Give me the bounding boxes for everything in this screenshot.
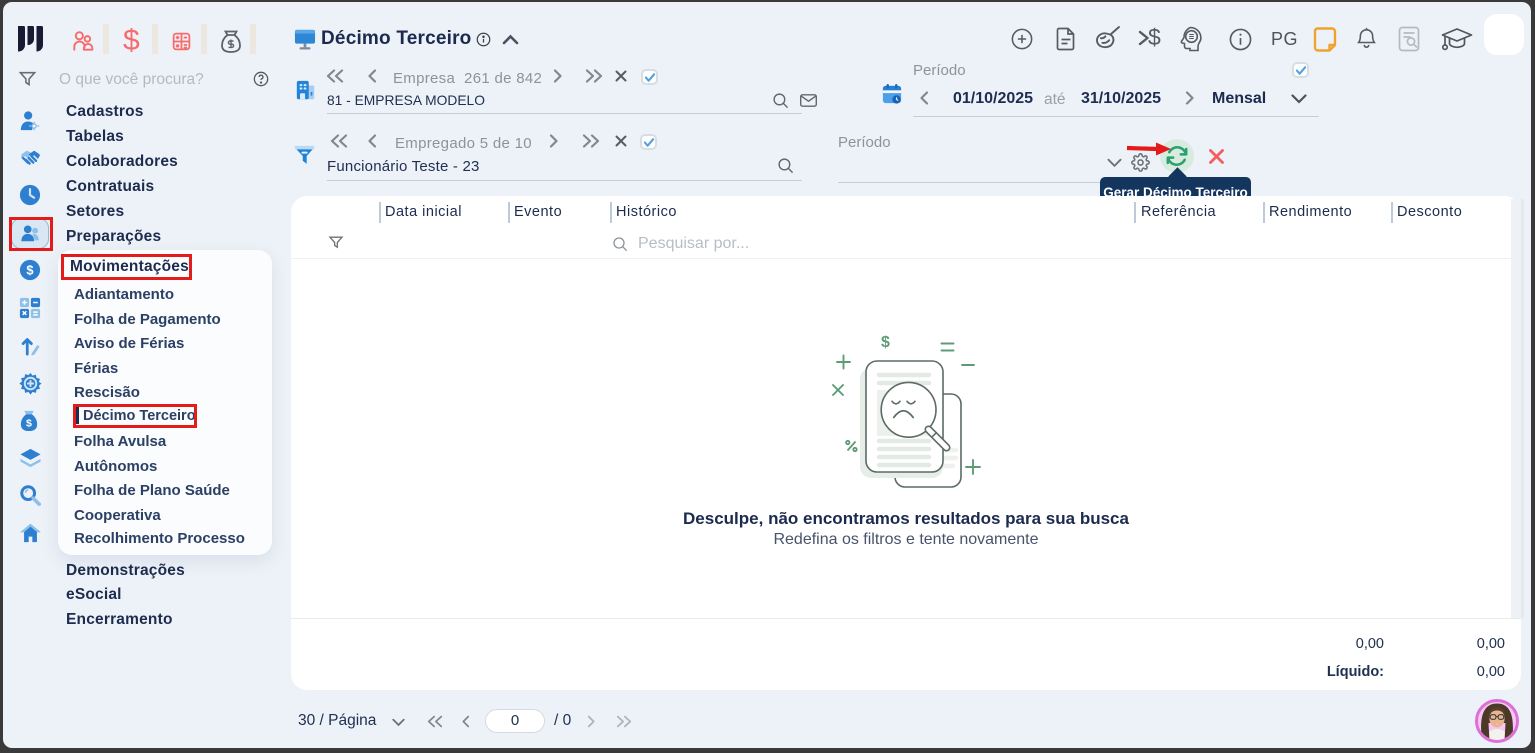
svg-text:$: $: [881, 334, 890, 351]
svg-text:$: $: [26, 263, 33, 278]
svg-text:$: $: [26, 418, 32, 430]
